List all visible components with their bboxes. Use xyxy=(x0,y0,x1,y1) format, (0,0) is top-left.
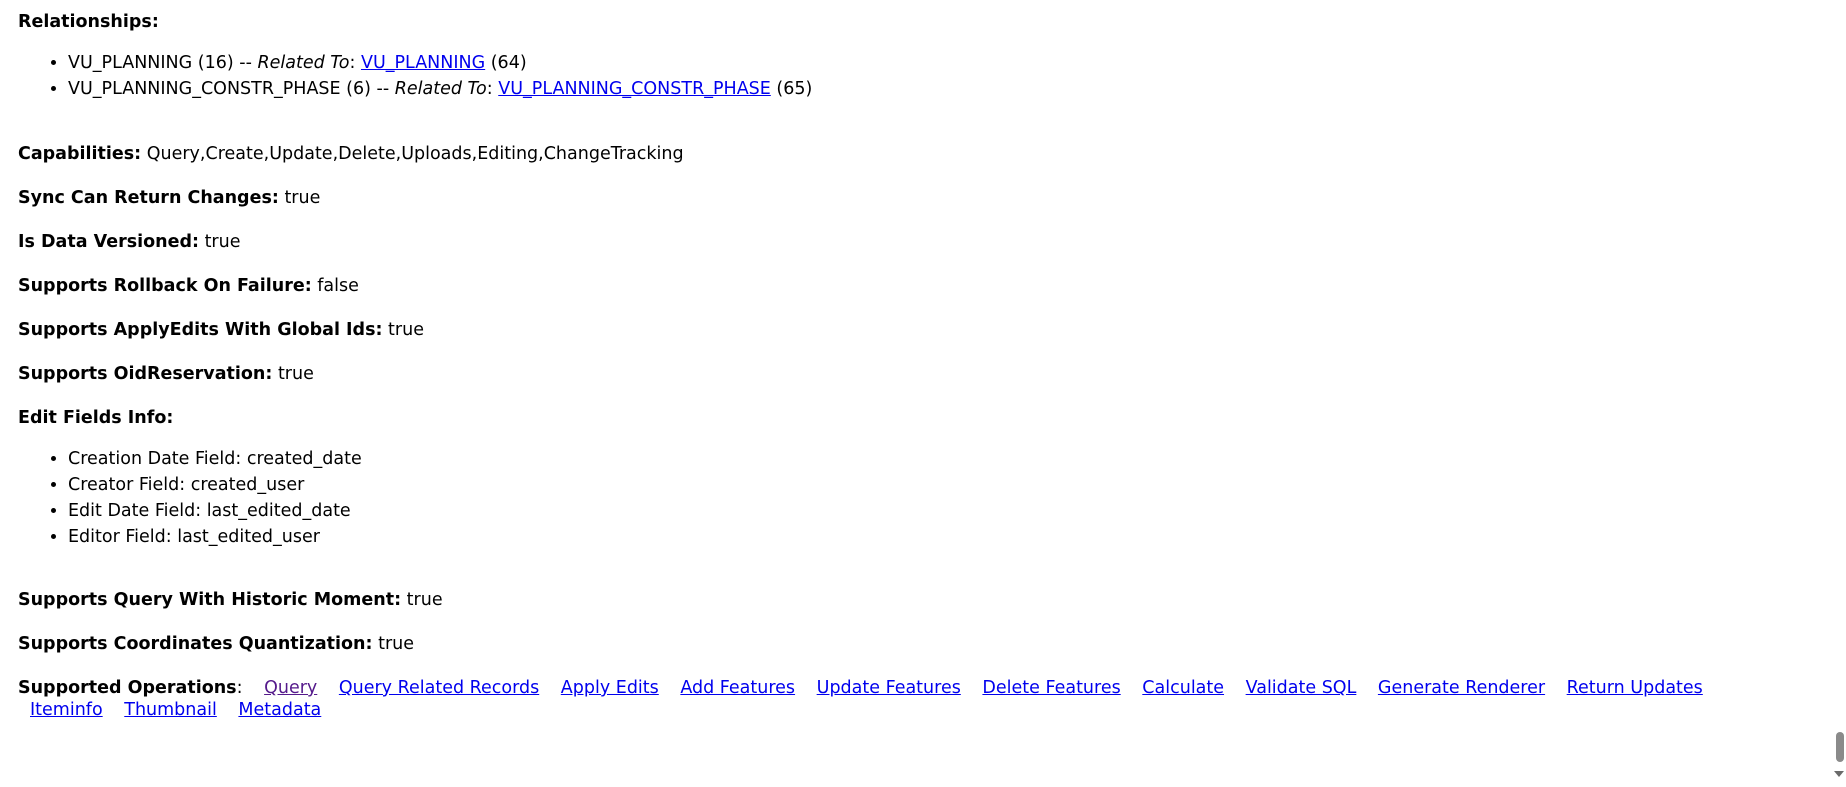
oid-reservation-label: Supports OidReservation: xyxy=(18,364,273,384)
edit-fields-list: Creation Date Field: created_date Creato… xyxy=(18,446,362,550)
historic-moment-value: true xyxy=(401,590,443,610)
scroll-down-arrow-icon[interactable] xyxy=(1834,771,1844,777)
vertical-scrollbar[interactable] xyxy=(1832,0,1846,787)
relationship-target-id: (64) xyxy=(485,53,527,73)
rollback-row: Supports Rollback On Failure: false xyxy=(18,276,359,296)
capabilities-value: Query,Create,Update,Delete,Uploads,Editi… xyxy=(141,144,684,164)
relationship-source: VU_PLANNING (16) xyxy=(68,53,234,73)
relationship-item: VU_PLANNING (16) -- Related To: VU_PLANN… xyxy=(68,50,812,76)
sync-changes-row: Sync Can Return Changes: true xyxy=(18,188,320,208)
relationship-colon: : xyxy=(349,53,361,73)
relationship-link-vu-planning[interactable]: VU_PLANNING xyxy=(361,53,485,73)
relationships-list: VU_PLANNING (16) -- Related To: VU_PLANN… xyxy=(18,50,812,102)
scrollbar-thumb[interactable] xyxy=(1836,732,1844,762)
global-ids-row: Supports ApplyEdits With Global Ids: tru… xyxy=(18,320,424,340)
edit-field-item: Creation Date Field: created_date xyxy=(68,446,362,472)
rollback-value: false xyxy=(311,276,359,296)
operation-link-thumbnail[interactable]: Thumbnail xyxy=(124,700,217,720)
operation-link-update-features[interactable]: Update Features xyxy=(817,678,961,698)
historic-moment-row: Supports Query With Historic Moment: tru… xyxy=(18,590,443,610)
edit-fields-heading: Edit Fields Info: xyxy=(18,408,174,428)
edit-field-item: Creator Field: created_user xyxy=(68,472,362,498)
global-ids-value: true xyxy=(382,320,424,340)
relationship-separator: -- xyxy=(233,53,258,73)
operation-link-delete-features[interactable]: Delete Features xyxy=(982,678,1120,698)
data-versioned-row: Is Data Versioned: true xyxy=(18,232,240,252)
oid-reservation-value: true xyxy=(272,364,314,384)
relationship-separator: -- xyxy=(370,79,395,99)
capabilities-label: Capabilities: xyxy=(18,144,142,164)
operation-link-query[interactable]: Query xyxy=(264,678,317,698)
data-versioned-value: true xyxy=(199,232,241,252)
data-versioned-label: Is Data Versioned: xyxy=(18,232,199,252)
relationships-heading: Relationships: xyxy=(18,12,159,32)
oid-reservation-row: Supports OidReservation: true xyxy=(18,364,314,384)
operation-link-return-updates[interactable]: Return Updates xyxy=(1567,678,1703,698)
global-ids-label: Supports ApplyEdits With Global Ids: xyxy=(18,320,383,340)
operation-link-validate-sql[interactable]: Validate SQL xyxy=(1246,678,1357,698)
relationship-colon: : xyxy=(486,79,499,99)
supported-operations-label: Supported Operations xyxy=(18,678,237,698)
sync-changes-value: true xyxy=(278,188,321,208)
capabilities-row: Capabilities: Query,Create,Update,Delete… xyxy=(18,144,684,164)
operation-link-add-features[interactable]: Add Features xyxy=(680,678,795,698)
rollback-label: Supports Rollback On Failure: xyxy=(18,276,312,296)
operation-link-metadata[interactable]: Metadata xyxy=(238,700,321,720)
sync-changes-label: Sync Can Return Changes: xyxy=(18,188,279,208)
relationship-target-id: (65) xyxy=(770,79,813,99)
edit-field-item: Editor Field: last_edited_user xyxy=(68,524,362,550)
operation-link-iteminfo[interactable]: Iteminfo xyxy=(30,700,103,720)
operation-link-query-related-records[interactable]: Query Related Records xyxy=(339,678,539,698)
relationship-item: VU_PLANNING_CONSTR_PHASE (6) -- Related … xyxy=(68,76,812,102)
historic-moment-label: Supports Query With Historic Moment: xyxy=(18,590,402,610)
supported-operations-row: Supported Operations: Query Query Relate… xyxy=(18,678,1703,698)
operation-link-apply-edits[interactable]: Apply Edits xyxy=(561,678,659,698)
supported-operations-row-2: Iteminfo Thumbnail Metadata xyxy=(30,700,337,720)
edit-field-item: Edit Date Field: last_edited_date xyxy=(68,498,362,524)
quantization-label: Supports Coordinates Quantization: xyxy=(18,634,373,654)
quantization-row: Supports Coordinates Quantization: true xyxy=(18,634,414,654)
operation-link-generate-renderer[interactable]: Generate Renderer xyxy=(1378,678,1545,698)
relationship-link-vu-planning-constr-phase[interactable]: VU_PLANNING_CONSTR_PHASE xyxy=(498,79,771,99)
operation-link-calculate[interactable]: Calculate xyxy=(1142,678,1224,698)
related-to-label: Related To xyxy=(394,79,487,99)
relationship-source: VU_PLANNING_CONSTR_PHASE (6) xyxy=(68,79,371,99)
related-to-label: Related To xyxy=(257,53,350,73)
supported-operations-colon: : xyxy=(236,678,243,698)
quantization-value: true xyxy=(372,634,414,654)
